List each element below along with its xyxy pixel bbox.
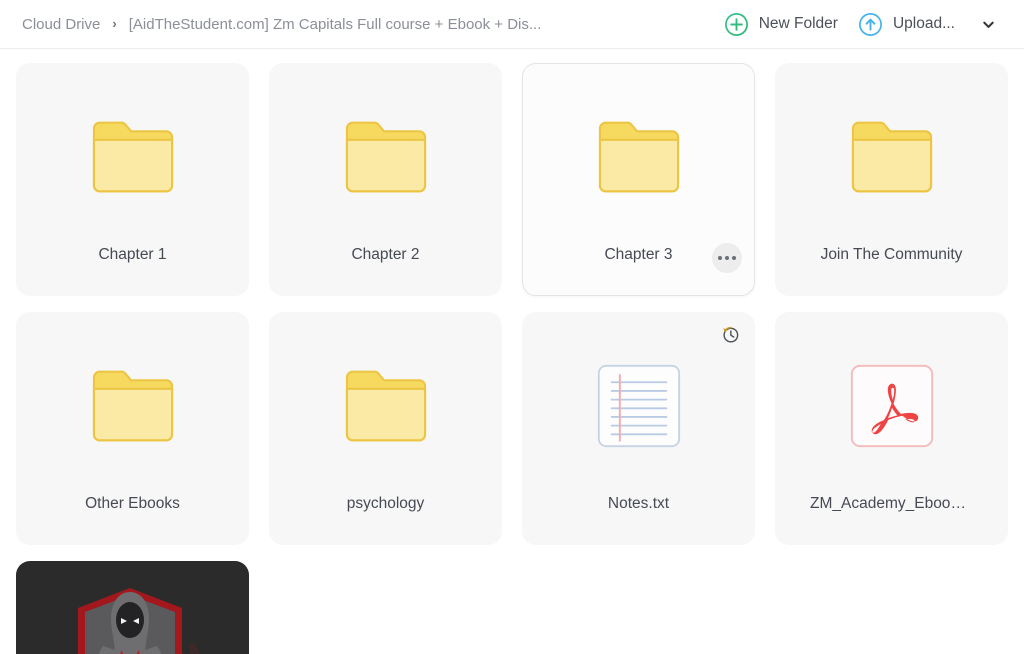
file-tile-label: Join The Community	[820, 246, 963, 264]
file-tile[interactable]: ZM_Academy_Ebook-...	[775, 312, 1008, 545]
pdf-file-icon	[850, 364, 934, 448]
file-tile[interactable]: Chapter 2	[269, 63, 502, 296]
dot-icon	[718, 256, 722, 260]
file-tile[interactable]: Chapter 3	[522, 63, 755, 296]
upload-button[interactable]: Upload...	[848, 6, 965, 43]
file-tile[interactable]: Join The Community	[775, 63, 1008, 296]
folder-icon	[342, 117, 430, 197]
tile-icon-container	[17, 64, 248, 246]
file-tile[interactable]: Chapter 1	[16, 63, 249, 296]
file-tile-label: Notes.txt	[607, 495, 670, 513]
breadcrumb-root-link[interactable]: Cloud Drive	[22, 16, 100, 33]
file-tile-label: Chapter 2	[351, 246, 420, 264]
dot-icon	[725, 256, 729, 260]
app-header: Cloud Drive › [AidTheStudent.com] Zm Cap…	[0, 0, 1024, 49]
tile-icon-container	[523, 313, 754, 495]
text-file-icon	[597, 364, 681, 448]
tile-icon-container	[776, 64, 1007, 246]
circle-plus-icon	[724, 12, 749, 37]
file-tile[interactable]: Other Ebooks	[16, 312, 249, 545]
more-options-button[interactable]	[712, 243, 742, 273]
breadcrumb: Cloud Drive › [AidTheStudent.com] Zm Cap…	[22, 16, 541, 33]
history-icon[interactable]	[721, 325, 740, 344]
file-tile[interactable]: psychology	[269, 312, 502, 545]
breadcrumb-current-folder[interactable]: [AidTheStudent.com] Zm Capitals Full cou…	[129, 16, 542, 33]
upload-label: Upload...	[892, 15, 955, 32]
file-tile-label: Other Ebooks	[85, 495, 180, 513]
breadcrumb-separator-icon: ›	[112, 15, 117, 31]
tile-icon-container	[270, 64, 501, 246]
file-tile-label: Chapter 1	[98, 246, 167, 264]
header-actions: New Folder Upload...	[714, 6, 1002, 43]
chevron-down-icon[interactable]	[981, 17, 996, 32]
file-tile-label: ZM_Academy_Ebook-...	[810, 495, 977, 513]
tile-icon-container	[270, 313, 501, 495]
circle-arrow-up-icon	[858, 12, 883, 37]
dot-icon	[732, 256, 736, 260]
new-folder-button[interactable]: New Folder	[714, 6, 848, 43]
tile-icon-container: ZM	[17, 562, 248, 654]
folder-icon	[89, 117, 177, 197]
folder-icon	[342, 366, 430, 446]
file-grid: Chapter 1 Chapter 2 Chapter 3 Join The C…	[0, 49, 1024, 654]
folder-icon	[595, 117, 683, 197]
tile-icon-container	[523, 64, 754, 246]
file-tile-label: psychology	[346, 495, 425, 513]
image-thumbnail: ZM	[17, 562, 248, 654]
file-tile[interactable]: Notes.txt	[522, 312, 755, 545]
tile-icon-container	[776, 313, 1007, 495]
folder-icon	[89, 366, 177, 446]
folder-icon	[848, 117, 936, 197]
new-folder-label: New Folder	[758, 15, 838, 32]
file-tile[interactable]: ZM	[16, 561, 249, 654]
tile-icon-container	[17, 313, 248, 495]
